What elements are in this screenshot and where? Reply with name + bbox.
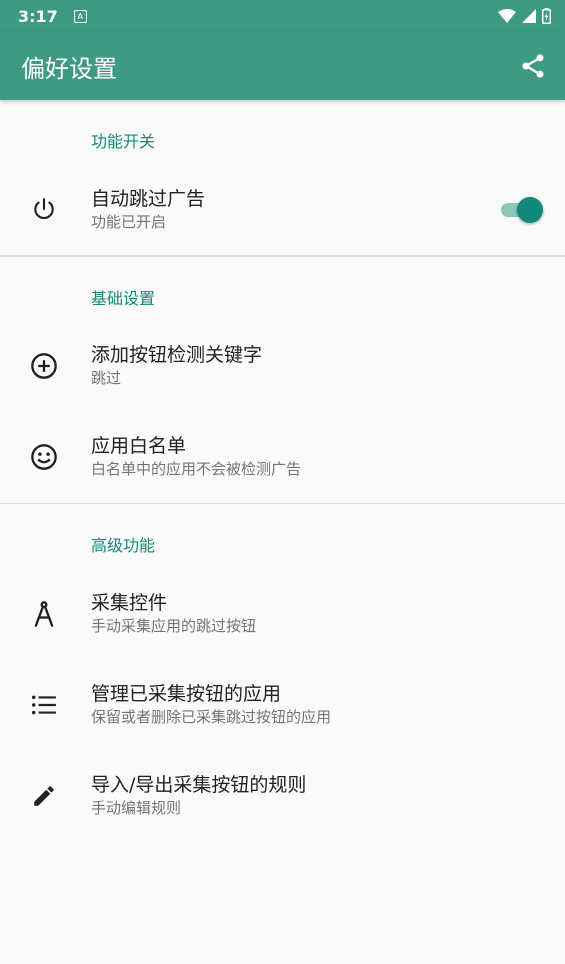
smiley-icon — [30, 444, 57, 470]
signal-icon — [522, 9, 536, 23]
pref-summary: 白名单中的应用不会被检测广告 — [91, 460, 302, 478]
pref-auto-skip-ads[interactable]: 自动跳过广告 功能已开启 — [0, 164, 565, 255]
status-bar: 3:17 A — [0, 0, 565, 32]
pref-title: 添加按钮检测关键字 — [91, 344, 263, 366]
wifi-icon — [498, 9, 516, 23]
pref-manage-apps[interactable]: 管理已采集按钮的应用 保留或者删除已采集跳过按钮的应用 — [0, 659, 565, 750]
pref-title: 管理已采集按钮的应用 — [91, 682, 282, 705]
battery-icon — [542, 8, 551, 24]
section-title: 基础设置 — [91, 288, 156, 308]
pencil-icon — [33, 785, 54, 806]
pref-title: 采集控件 — [91, 591, 168, 614]
toggle-thumb — [517, 196, 543, 223]
pref-title: 自动跳过广告 — [91, 187, 206, 210]
compass-icon — [34, 600, 53, 627]
pref-summary: 手动采集应用的跳过按钮 — [91, 616, 257, 635]
pref-title: 应用白名单 — [91, 435, 187, 457]
app-bar: 偏好设置 — [0, 32, 565, 100]
section-basic-settings: 基础设置 添加按钮检测关键字 跳过 应用白名单 白名单中的应用不会被检测广告 — [0, 257, 565, 503]
section-advanced: 高级功能 采集控件 手动采集应用的跳过按钮 管理已采集按钮的应用 保留或者删除已… — [0, 504, 565, 841]
section-feature-switch: 功能开关 自动跳过广告 功能已开启 — [0, 100, 565, 255]
pref-import-export-rules[interactable]: 导入/导出采集按钮的规则 手动编辑规则 — [0, 750, 565, 841]
pref-app-whitelist[interactable]: 应用白名单 白名单中的应用不会被检测广告 — [0, 412, 565, 503]
section-title: 高级功能 — [91, 536, 156, 555]
pref-title: 导入/导出采集按钮的规则 — [91, 773, 307, 796]
pref-capture-widget[interactable]: 采集控件 手动采集应用的跳过按钮 — [0, 568, 565, 659]
pref-summary: 手动编辑规则 — [91, 798, 182, 817]
pref-summary: 功能已开启 — [91, 212, 167, 231]
power-icon — [33, 197, 54, 219]
notification-icon: A — [73, 9, 87, 23]
auto-skip-toggle[interactable] — [501, 196, 543, 223]
section-title: 功能开关 — [91, 132, 156, 151]
list-icon — [31, 695, 56, 714]
pref-summary: 跳过 — [91, 369, 122, 387]
status-time: 3:17 — [18, 6, 58, 26]
add-circle-icon — [30, 353, 57, 379]
pref-summary: 保留或者删除已采集跳过按钮的应用 — [91, 707, 332, 726]
page-title: 偏好设置 — [21, 54, 117, 83]
share-icon[interactable] — [519, 52, 547, 80]
pref-add-keyword[interactable]: 添加按钮检测关键字 跳过 — [0, 321, 565, 412]
